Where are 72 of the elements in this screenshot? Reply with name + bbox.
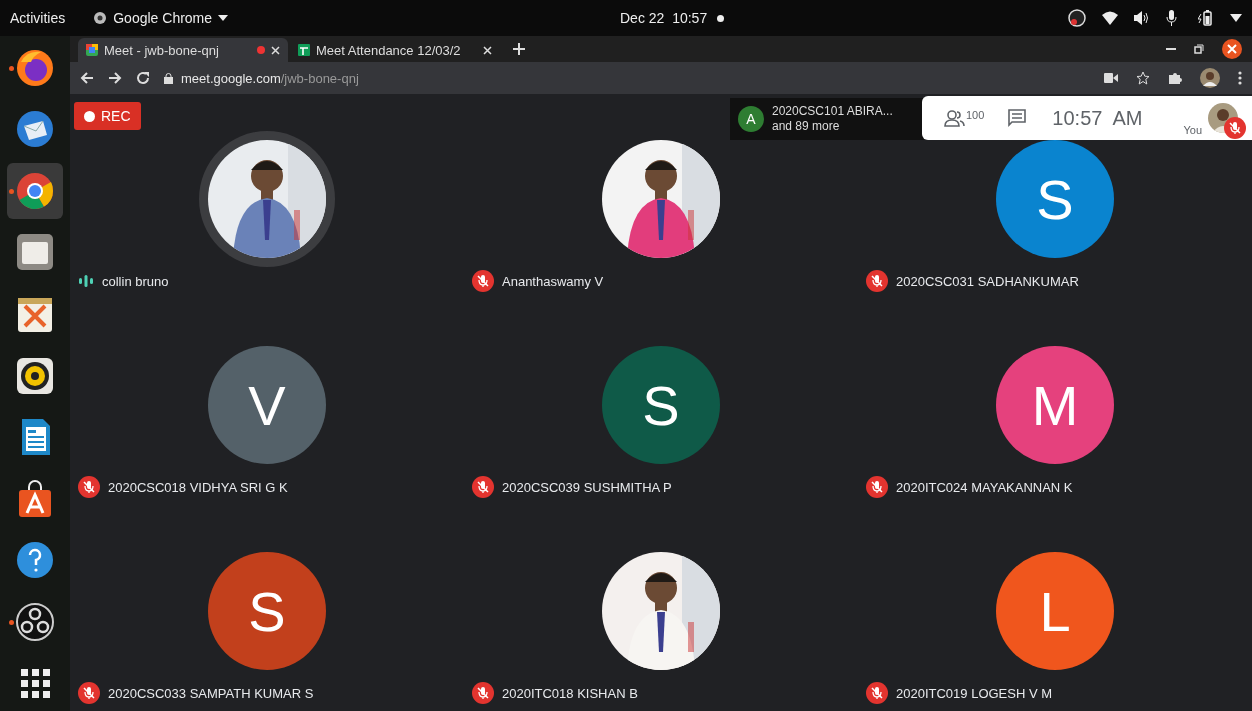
notification-dot-icon <box>717 14 725 22</box>
avatar: L <box>996 552 1114 670</box>
firefox-icon <box>15 47 55 88</box>
puzzle-icon[interactable] <box>1168 71 1182 85</box>
mic-muted-icon <box>866 476 888 498</box>
avatar: M <box>996 346 1114 464</box>
participant-count: 100 <box>966 109 985 121</box>
volume-icon[interactable] <box>1134 11 1150 25</box>
participant-name: 2020ITC024 MAYAKANNAN K <box>896 479 1073 495</box>
meet-icon <box>86 44 98 56</box>
caret-icon <box>218 15 229 21</box>
mic-muted-icon <box>472 476 494 498</box>
obs-icon <box>15 601 55 642</box>
close-icon[interactable] <box>1222 39 1242 59</box>
avatar: S <box>602 346 720 464</box>
audio-level-icon <box>78 273 94 289</box>
mic-muted-icon <box>866 270 888 292</box>
participant-name: 2020CSC031 SADHANKUMAR <box>896 273 1079 289</box>
avatar-icon[interactable] <box>1200 68 1220 88</box>
mail-icon <box>15 109 55 150</box>
obs-tray-icon[interactable] <box>1068 9 1086 27</box>
clock[interactable]: Dec 22 10:57 <box>620 10 708 26</box>
app-menu[interactable]: Google Chrome <box>113 10 213 26</box>
mic-muted-icon <box>866 682 888 704</box>
participant-name: 2020CSC039 SUSHMITHA P <box>502 479 672 495</box>
more-icon[interactable] <box>1238 71 1242 85</box>
mic-muted-icon <box>472 270 494 292</box>
folder-icon <box>15 232 55 273</box>
participant-name: Ananthaswamy V <box>502 273 604 289</box>
meeting-time: 10:57 AM <box>1052 106 1143 130</box>
notice-name: 2020CSC101 ABIRA... <box>772 104 893 119</box>
close-icon[interactable] <box>271 45 280 55</box>
participant-name: 2020ITC018 KISHAN B <box>502 685 638 701</box>
help-icon <box>15 540 55 581</box>
spreadsheet-icon <box>298 44 310 56</box>
speaker-icon <box>15 355 55 396</box>
caret-icon[interactable] <box>1230 14 1242 22</box>
recording-badge: REC <box>74 102 141 130</box>
restore-icon[interactable] <box>1194 44 1204 54</box>
chat-icon[interactable] <box>1008 109 1027 127</box>
close-icon[interactable] <box>483 45 492 55</box>
participant-name: collin bruno <box>102 273 169 289</box>
reload-icon[interactable] <box>136 71 150 85</box>
people-icon[interactable] <box>944 109 966 127</box>
dock-item[interactable] <box>7 163 63 219</box>
avatar: S <box>208 552 326 670</box>
participant-name: 2020ITC019 LOGESH V M <box>896 685 1053 701</box>
forward-icon[interactable] <box>108 71 122 85</box>
mic-muted-icon <box>472 682 494 704</box>
back-icon[interactable] <box>80 71 94 85</box>
new-tab-icon[interactable] <box>512 42 526 56</box>
avatar: S <box>996 140 1114 258</box>
battery-icon[interactable] <box>1198 10 1214 26</box>
star-icon[interactable] <box>1136 71 1150 85</box>
mic-muted-icon <box>78 476 100 498</box>
minimize-icon[interactable] <box>1166 47 1176 51</box>
browser-tab[interactable]: Meet - jwb-bone-qnj <box>78 38 288 62</box>
app-grid-icon <box>20 668 50 699</box>
wifi-icon[interactable] <box>1102 11 1118 25</box>
self-label: You <box>1183 124 1202 136</box>
avatar: V <box>208 346 326 464</box>
mic-muted-icon <box>78 682 100 704</box>
lock-icon <box>164 72 173 84</box>
camera-icon[interactable] <box>1104 73 1118 83</box>
avatar: A <box>738 106 764 132</box>
browser-tab[interactable]: Meet Attendance 12/03/2 <box>290 38 500 62</box>
chrome-icon <box>15 170 55 211</box>
notice-more: and 89 more <box>772 119 841 134</box>
participant-name: 2020CSC033 SAMPATH KUMAR S <box>108 685 314 701</box>
chrome-icon <box>93 11 108 25</box>
activities-button[interactable]: Activities <box>10 10 66 26</box>
participant-name: 2020CSC018 VIDHYA SRI G K <box>108 479 288 495</box>
